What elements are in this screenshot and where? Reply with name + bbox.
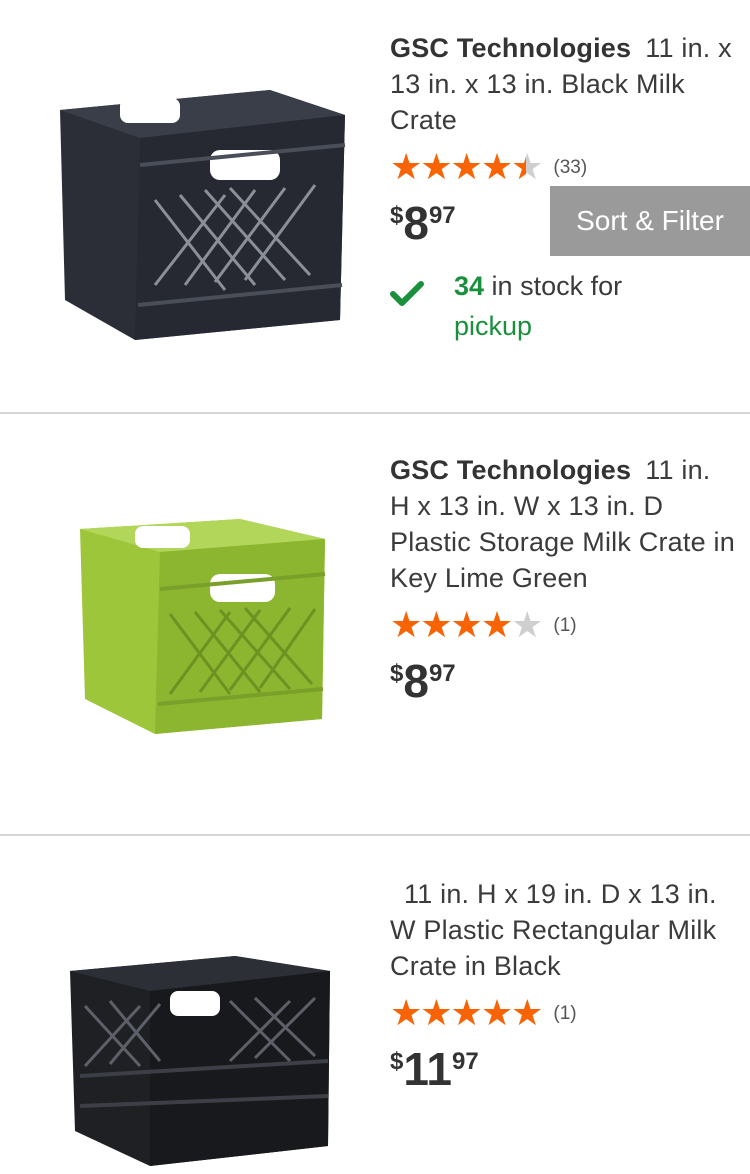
- checkmark-icon: [390, 266, 454, 346]
- star-rating-icon: ★★★★★★★★★★: [390, 993, 543, 1034]
- product-rating[interactable]: ★★★★★★★★★★ (1): [390, 994, 735, 1034]
- pickup-link[interactable]: pickup: [454, 311, 532, 341]
- product-title[interactable]: GSC Technologies 11 in. H x 13 in. W x 13…: [390, 452, 735, 596]
- review-count: (33): [553, 157, 588, 178]
- product-brand: GSC Technologies: [390, 33, 632, 63]
- stock-count: 34: [454, 271, 485, 301]
- product-price: $ 11 97: [390, 1043, 479, 1095]
- product-name: 11 in. H x 19 in. D x 13 in. W Plastic R…: [390, 879, 717, 981]
- product-image-black-crate[interactable]: [40, 70, 360, 350]
- product-price: $ 8 97: [390, 655, 456, 707]
- milk-crate-icon: [80, 519, 326, 734]
- product-card[interactable]: 11 in. H x 19 in. D x 13 in. W Plastic R…: [0, 836, 750, 1174]
- product-card[interactable]: GSC Technologies 11 in. H x 13 in. W x 13…: [0, 414, 750, 836]
- star-rating-icon: ★★★★★★★★★★: [390, 605, 543, 646]
- product-image-green-crate[interactable]: [40, 504, 360, 744]
- review-count: (1): [553, 615, 577, 636]
- product-title[interactable]: GSC Technologies 11 in. x 13 in. x 13 in.…: [390, 30, 735, 138]
- review-count: (1): [553, 1003, 577, 1024]
- product-brand: GSC Technologies: [390, 455, 632, 485]
- product-rating[interactable]: ★★★★★★★★★★ (1): [390, 606, 735, 646]
- milk-crate-icon: [70, 956, 330, 1166]
- stock-label: in stock for: [484, 271, 623, 301]
- stock-status: 34 in stock for pickup: [390, 266, 735, 346]
- milk-crate-icon: [60, 90, 346, 340]
- product-rating[interactable]: ★★★★★★★★★★ (33): [390, 148, 735, 188]
- sort-filter-button[interactable]: Sort & Filter: [550, 186, 750, 256]
- product-image-rectangular-crate[interactable]: [40, 946, 360, 1174]
- star-rating-icon: ★★★★★★★★★★: [390, 147, 543, 188]
- product-title[interactable]: 11 in. H x 19 in. D x 13 in. W Plastic R…: [390, 876, 735, 984]
